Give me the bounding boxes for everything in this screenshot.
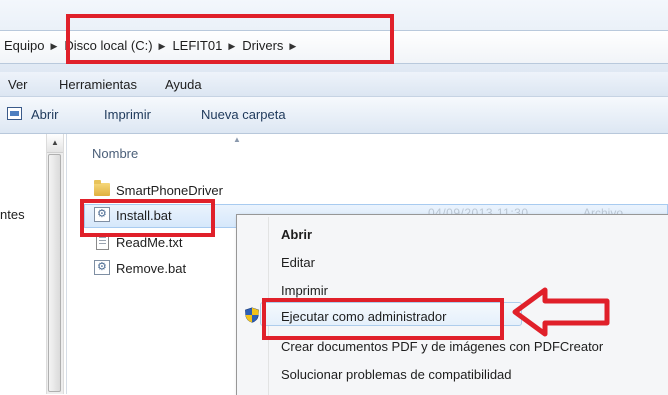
nav-scrollbar[interactable]: ▲ [46,134,64,394]
menu-ver[interactable]: Ver [8,77,28,92]
file-name: Remove.bat [116,261,187,276]
blurred-area [425,148,565,178]
menu-herramientas[interactable]: Herramientas [59,77,137,92]
menu-item-edit[interactable]: Editar [281,255,315,270]
menu-item-open[interactable]: Abrir [281,227,312,242]
open-button[interactable]: Abrir [31,107,58,122]
batch-file-icon [94,207,110,222]
breadcrumb-drivers[interactable]: Drivers [242,38,283,53]
breadcrumb-equipo[interactable]: Equipo [4,38,44,53]
print-button[interactable]: Imprimir [104,107,151,122]
breadcrumb: Equipo ▶ Disco local (C:) ▶ LEFIT01 ▶ Drivers ▶ [4,38,303,53]
open-icon [7,107,22,120]
address-bar-region: Equipo ▶ Disco local (C:) ▶ LEFIT01 ▶ Drivers ▶ [0,0,668,72]
file-name: ReadMe.txt [116,235,183,250]
uac-shield-icon [245,307,259,323]
address-field[interactable]: Equipo ▶ Disco local (C:) ▶ LEFIT01 ▶ Drivers ▶ [0,30,668,64]
menu-item-troubleshoot-compatibility[interactable]: Solucionar problemas de compatibilidad [281,367,512,382]
new-folder-button[interactable]: Nueva carpeta [201,107,286,122]
breadcrumb-chevron-icon[interactable]: ▶ [228,41,235,52]
breadcrumb-chevron-icon[interactable]: ▶ [50,41,57,52]
file-name: Install.bat [116,208,172,223]
text-file-icon [96,233,109,250]
annotation-arrow-icon [512,287,610,337]
command-bar: Abrir Imprimir Nueva carpeta [0,97,668,134]
scroll-thumb[interactable] [48,154,61,392]
menu-item-print[interactable]: Imprimir [281,283,328,298]
scroll-up-arrow-icon[interactable]: ▲ [47,134,63,153]
column-header-name[interactable]: Nombre [92,146,138,161]
folder-icon [94,180,110,196]
menu-ayuda[interactable]: Ayuda [165,77,202,92]
breadcrumb-chevron-icon[interactable]: ▶ [289,41,296,52]
menu-bar: Ver Herramientas Ayuda [0,72,668,97]
batch-file-icon [94,260,110,275]
menu-item-pdfcreator[interactable]: Crear documentos PDF y de imágenes con P… [281,339,603,354]
sort-ascending-icon: ▲ [233,135,241,144]
breadcrumb-disco-local[interactable]: Disco local (C:) [64,38,152,53]
breadcrumb-lefit01[interactable]: LEFIT01 [172,38,222,53]
breadcrumb-chevron-icon[interactable]: ▶ [159,41,166,52]
menu-item-run-as-administrator[interactable]: Ejecutar como administrador [281,309,446,324]
nav-item-partial[interactable]: ntes [0,207,25,222]
file-name: SmartPhoneDriver [116,183,223,198]
